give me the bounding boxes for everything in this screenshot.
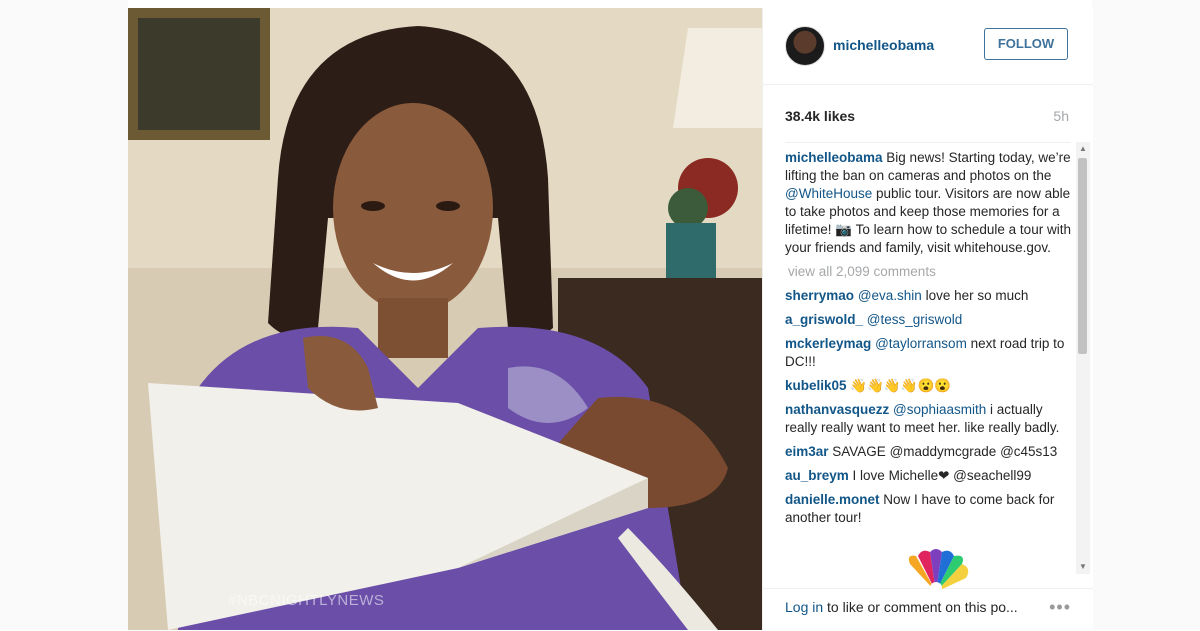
comment-username[interactable]: au_breym bbox=[785, 468, 849, 483]
comment-text: love her so much bbox=[921, 288, 1029, 303]
comments-list[interactable]: michelleobama Big news! Starting today, … bbox=[785, 142, 1071, 574]
nbc-peacock-logo bbox=[908, 549, 969, 594]
comment-row: au_breym I love Michelle❤ @seachell99 bbox=[785, 467, 1071, 485]
left-letterbox bbox=[0, 0, 128, 630]
comment-username[interactable]: eim3ar bbox=[785, 444, 829, 459]
login-link[interactable]: Log in bbox=[785, 599, 823, 615]
comment-mention[interactable]: @tess_griswold bbox=[867, 312, 963, 327]
comment-row: eim3ar SAVAGE @maddymcgrade @c45s13 bbox=[785, 443, 1071, 461]
caption-mention[interactable]: @WhiteHouse bbox=[785, 186, 872, 201]
caption-username[interactable]: michelleobama bbox=[785, 150, 883, 165]
scroll-up-arrow-icon[interactable]: ▲ bbox=[1078, 144, 1088, 154]
comment-row: nathanvasquezz @sophiaasmith i actually … bbox=[785, 401, 1071, 437]
view-all-comments-link[interactable]: view all 2,099 comments bbox=[788, 263, 1071, 281]
post-photo: #NBCNIGHTLYNEWS bbox=[128, 8, 762, 630]
scroll-down-arrow-icon[interactable]: ▼ bbox=[1078, 562, 1088, 572]
comment-row: danielle.monet Now I have to come back f… bbox=[785, 491, 1071, 527]
follow-button[interactable]: FOLLOW bbox=[984, 28, 1068, 60]
header-username[interactable]: michelleobama bbox=[833, 37, 934, 53]
nbc-watermark: #NBCNIGHTLYNEWS bbox=[228, 592, 385, 609]
comment-username[interactable]: a_griswold_ bbox=[785, 312, 863, 327]
comments-scrollbar[interactable]: ▲ ▼ bbox=[1076, 142, 1090, 574]
comment-mention[interactable]: @eva.shin bbox=[858, 288, 922, 303]
comment-text: I love Michelle❤ @seachell99 bbox=[848, 468, 1032, 483]
comment-text: 👋👋👋👋😮😮 bbox=[846, 378, 952, 393]
post-time: 5h bbox=[1053, 108, 1069, 124]
comment-row: kubelik05 👋👋👋👋😮😮 bbox=[785, 377, 1071, 395]
scrollbar-thumb[interactable] bbox=[1078, 158, 1087, 354]
comment-row: a_griswold_ @tess_griswold bbox=[785, 311, 1071, 329]
comment-text: SAVAGE @maddymcgrade @c45s13 bbox=[828, 444, 1058, 459]
comment-username[interactable]: kubelik05 bbox=[785, 378, 847, 393]
comment-username[interactable]: sherrymao bbox=[785, 288, 854, 303]
post-header: michelleobama FOLLOW bbox=[763, 8, 1093, 85]
login-prompt: Log in to like or comment on this po... bbox=[785, 599, 1018, 615]
more-options-icon[interactable]: ••• bbox=[1049, 597, 1071, 618]
comment-mention[interactable]: @sophiaasmith bbox=[893, 402, 986, 417]
comment-username[interactable]: danielle.monet bbox=[785, 492, 880, 507]
caption: michelleobama Big news! Starting today, … bbox=[785, 149, 1071, 257]
likes-count: 38.4k likes bbox=[785, 108, 856, 124]
comment-username[interactable]: nathanvasquezz bbox=[785, 402, 889, 417]
comment-username[interactable]: mckerleymag bbox=[785, 336, 871, 351]
comment-row: sherrymao @eva.shin love her so much bbox=[785, 287, 1071, 305]
comment-mention[interactable]: @taylorransom bbox=[875, 336, 967, 351]
post-side-panel: michelleobama FOLLOW 38.4k likes 5h mich… bbox=[762, 8, 1093, 630]
right-letterbox bbox=[1092, 0, 1200, 630]
photo-illustration bbox=[128, 8, 762, 630]
comment-row: mckerleymag @taylorransom next road trip… bbox=[785, 335, 1071, 371]
avatar[interactable] bbox=[785, 26, 825, 66]
login-prompt-text: to like or comment on this po... bbox=[823, 599, 1018, 615]
